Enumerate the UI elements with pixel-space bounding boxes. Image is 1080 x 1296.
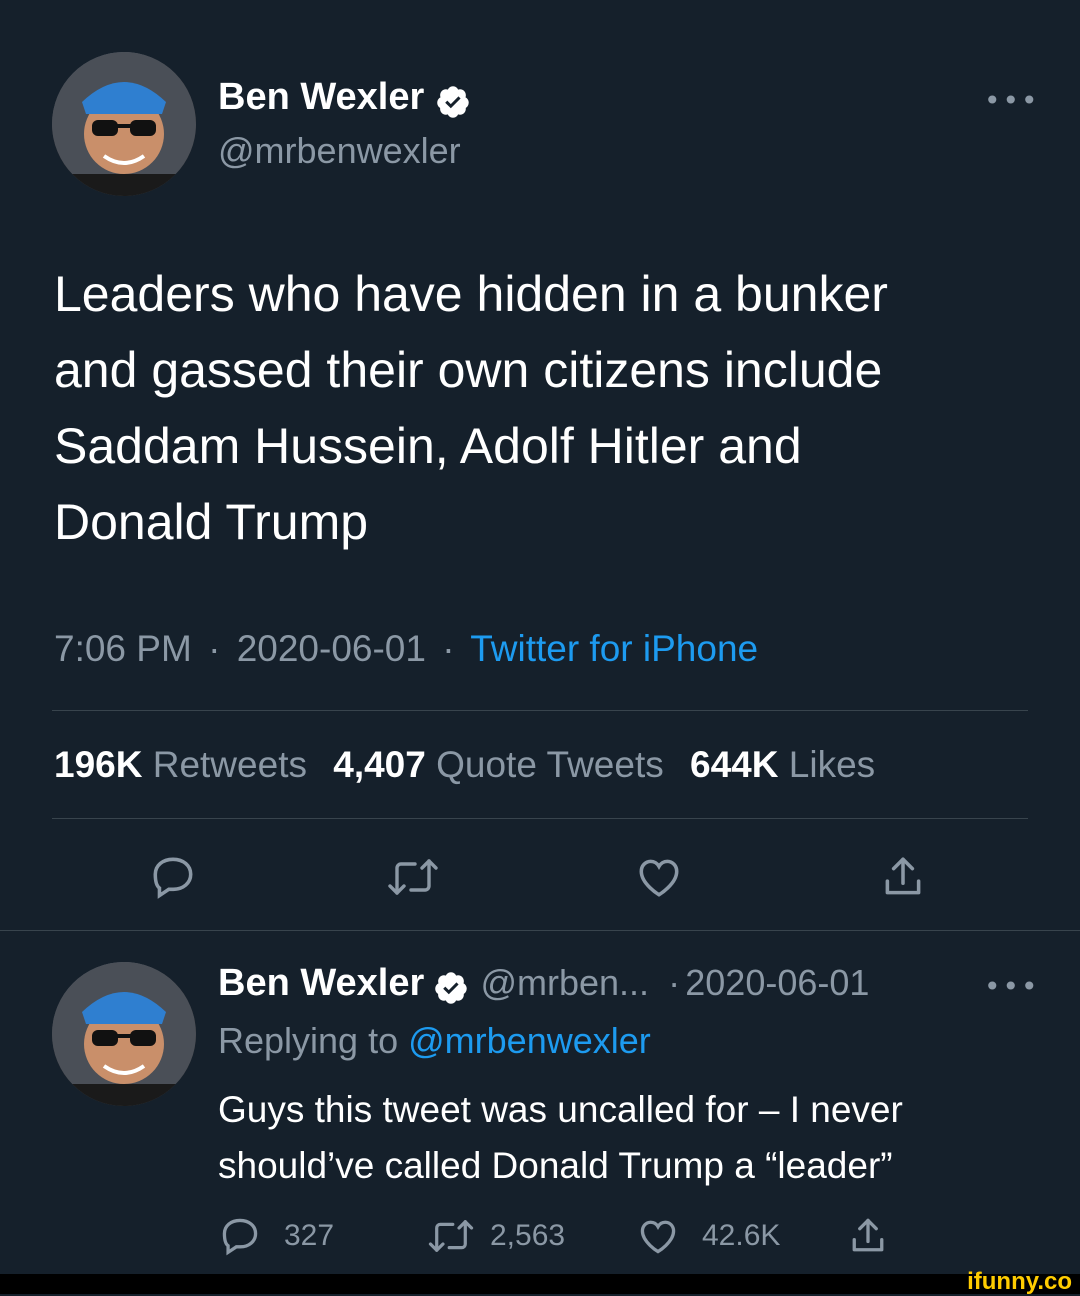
tweet-time[interactable]: 7:06 PM: [54, 628, 192, 669]
quotes-label: Quote Tweets: [436, 744, 664, 785]
retweet-button[interactable]: [382, 848, 444, 906]
likes-count: 644K: [690, 744, 779, 785]
reply-share-button[interactable]: [846, 1212, 890, 1260]
avatar-photo: [52, 52, 196, 196]
tweet-date[interactable]: 2020-06-01: [237, 628, 426, 669]
tweet-meta: 7:06 PM · 2020-06-01 · Twitter for iPhon…: [54, 628, 758, 670]
reply-date[interactable]: 2020-06-01: [685, 962, 869, 1003]
tweet-text-line: Leaders who have hidden in a bunker: [54, 266, 888, 322]
like-icon: [639, 859, 679, 897]
reply-icon: [153, 857, 193, 899]
reply-retweet-button[interactable]: 2,563: [426, 1212, 565, 1260]
likes-label: Likes: [788, 744, 876, 785]
author-name-row: Ben Wexler: [218, 76, 471, 120]
like-icon: [640, 1220, 676, 1254]
divider: [52, 710, 1028, 711]
more-icon[interactable]: •••: [984, 970, 1040, 1003]
reply-author-handle[interactable]: @mrben...: [480, 962, 649, 1003]
verified-badge-icon: [437, 85, 470, 118]
reply-icon: [222, 1218, 258, 1256]
quotes-stat[interactable]: 4,407 Quote Tweets: [333, 744, 664, 785]
reply-count: 327: [284, 1219, 335, 1252]
replying-to-label: Replying to: [218, 1020, 399, 1061]
retweet-icon: [428, 1220, 474, 1252]
share-icon: [852, 1218, 884, 1252]
retweets-stat[interactable]: 196K Retweets: [54, 744, 307, 785]
tweet-text: Leaders who have hidden in a bunker and …: [54, 256, 1044, 560]
meta-separator: ·: [668, 962, 681, 1003]
reply-author-avatar[interactable]: [52, 962, 196, 1106]
reply-comment-button[interactable]: 327: [218, 1212, 334, 1260]
watermark-logo: ifunny.co: [967, 1268, 1072, 1295]
replying-to: Replying to @mrbenwexler: [218, 1020, 651, 1062]
tweet-text-line: Saddam Hussein, Adolf Hitler and: [54, 418, 802, 474]
author-avatar[interactable]: [52, 52, 196, 196]
tweet-text-line: Donald Trump: [54, 494, 369, 550]
tweet-stats: 196K Retweets 4,407 Quote Tweets 644K Li…: [54, 744, 875, 786]
watermark-bar: ifunny.co: [0, 1268, 1080, 1295]
divider: [0, 930, 1080, 931]
like-count: 42.6K: [702, 1219, 781, 1252]
meta-separator: ·: [208, 628, 221, 669]
reply-text-line: should’ve called Donald Trump a “leader”: [218, 1145, 893, 1186]
reply-text-line: Guys this tweet was uncalled for – I nev…: [218, 1089, 903, 1130]
author-handle[interactable]: @mrbenwexler: [218, 130, 461, 172]
retweets-count: 196K: [54, 744, 143, 785]
reply-author-name[interactable]: Ben Wexler: [218, 962, 424, 1004]
avatar-photo: [52, 962, 196, 1106]
author-name[interactable]: Ben Wexler: [218, 76, 424, 118]
share-icon: [885, 857, 921, 895]
tweet-source-link[interactable]: Twitter for iPhone: [470, 628, 758, 669]
verified-badge-icon: [435, 971, 468, 1004]
meta-separator: ·: [442, 628, 455, 669]
reply-button[interactable]: [142, 848, 204, 906]
reply-like-button[interactable]: 42.6K: [636, 1212, 780, 1260]
reply-header: Ben Wexler @mrben... · 2020-06-01: [218, 962, 869, 1006]
divider: [52, 818, 1028, 819]
tweet-text-line: and gassed their own citizens include: [54, 342, 883, 398]
retweets-label: Retweets: [152, 744, 307, 785]
reply-text: Guys this tweet was uncalled for – I nev…: [218, 1082, 1058, 1194]
more-icon[interactable]: •••: [984, 84, 1040, 117]
quotes-count: 4,407: [333, 744, 426, 785]
like-button[interactable]: [628, 848, 690, 906]
likes-stat[interactable]: 644K Likes: [690, 744, 875, 785]
replying-to-handle[interactable]: @mrbenwexler: [408, 1020, 651, 1061]
retweet-icon: [388, 859, 438, 895]
share-button[interactable]: [872, 848, 934, 906]
retweet-count: 2,563: [490, 1219, 566, 1252]
